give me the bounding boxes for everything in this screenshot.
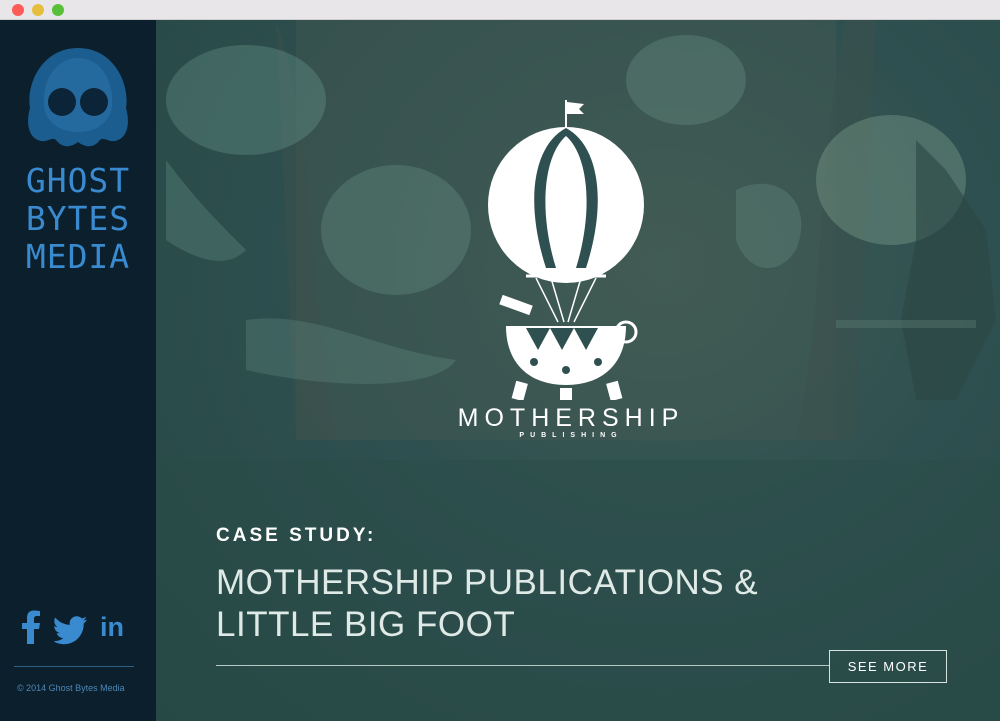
featured-brand-subname: PUBLISHING (519, 432, 623, 439)
brand-line: BYTES (25, 199, 131, 238)
hero-divider (216, 665, 830, 666)
close-window-button[interactable] (12, 4, 24, 16)
minimize-window-button[interactable] (32, 4, 44, 16)
see-more-button[interactable]: SEE MORE (829, 650, 947, 683)
sidebar: GHOST BYTES MEDIA in © 2014 Ghost Bytes … (0, 20, 156, 721)
social-links: in (18, 610, 138, 647)
hero-banner: MOTHERSHIP PUBLISHING CASE STUDY: MOTHER… (156, 20, 1000, 721)
case-title-line: LITTLE BIG FOOT (216, 605, 516, 644)
featured-brand-name: MOTHERSHIP (457, 404, 685, 432)
twitter-icon[interactable] (54, 613, 88, 647)
sidebar-divider (14, 666, 134, 667)
maximize-window-button[interactable] (52, 4, 64, 16)
mothership-balloon-icon (488, 100, 644, 400)
case-study-label: CASE STUDY: (216, 525, 377, 546)
facebook-icon[interactable] (21, 610, 41, 644)
linkedin-icon[interactable]: in (100, 610, 124, 644)
case-study-title: MOTHERSHIP PUBLICATIONS & LITTLE BIG FOO… (216, 562, 816, 646)
window-titlebar (0, 0, 1000, 20)
ghost-logo-icon[interactable] (24, 44, 132, 154)
brand-line: GHOST (25, 161, 131, 200)
brand-line: MEDIA (25, 237, 131, 276)
brand-wordmark[interactable]: GHOST BYTES MEDIA (0, 162, 156, 276)
case-title-line: MOTHERSHIP PUBLICATIONS & (216, 563, 759, 602)
copyright-text: © 2014 Ghost Bytes Media (17, 683, 125, 693)
